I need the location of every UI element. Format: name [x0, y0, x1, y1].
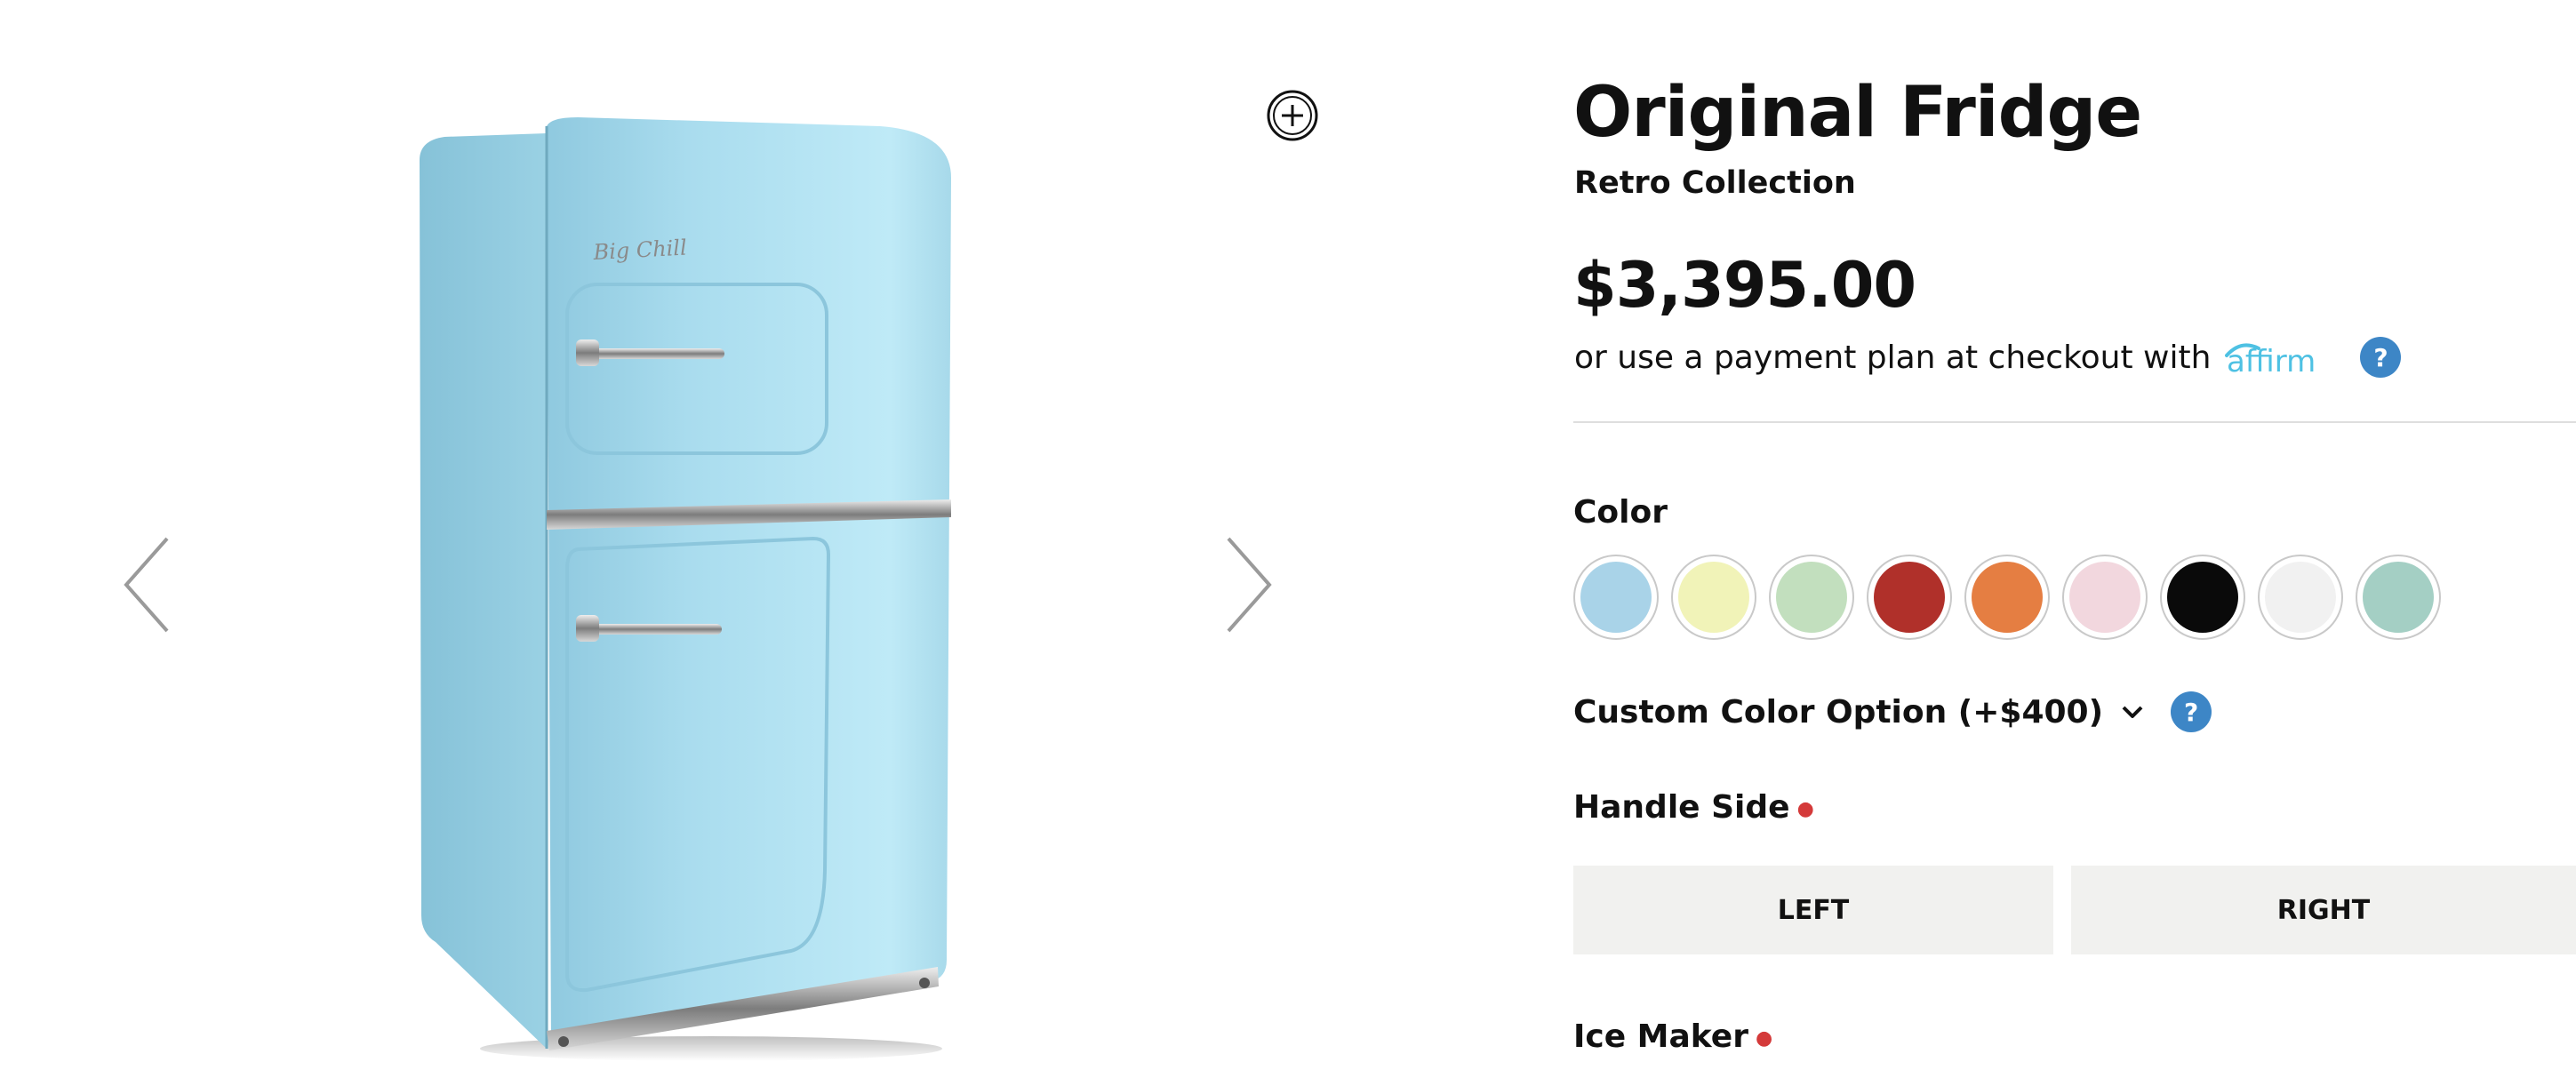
color-swatch-fill [1580, 562, 1652, 633]
color-swatch-fill [2069, 562, 2140, 633]
custom-color-toggle[interactable]: Custom Color Option (+$400) ? [1573, 691, 2212, 732]
zoom-button[interactable] [1266, 89, 1319, 142]
chevron-left-icon [124, 537, 169, 633]
color-swatch[interactable] [1867, 555, 1952, 640]
custom-color-label: Custom Color Option (+$400) [1573, 693, 2104, 731]
product-price: $3,395.00 [1573, 249, 1916, 322]
product-title: Original Fridge [1573, 73, 2142, 153]
required-indicator: ● [1796, 797, 1814, 820]
payment-help-icon[interactable]: ? [2360, 337, 2402, 378]
required-indicator: ● [1755, 1026, 1773, 1050]
product-image: Big Chill [400, 107, 969, 1066]
color-swatch-fill [1776, 562, 1847, 633]
affirm-logo[interactable]: affirm [2223, 336, 2339, 379]
svg-text:affirm: affirm [2227, 344, 2316, 379]
color-swatch-fill [1874, 562, 1945, 633]
divider [1573, 421, 2576, 423]
custom-color-help-icon[interactable]: ? [2171, 691, 2212, 732]
handle-side-label: Handle Side ● [1573, 789, 1814, 826]
brand-logo: Big Chill [592, 236, 687, 266]
gallery-prev-button[interactable] [116, 531, 178, 638]
handle-left-button[interactable]: LEFT [1573, 866, 2053, 954]
color-label: Color [1573, 494, 1668, 531]
color-swatch[interactable] [1573, 555, 1659, 640]
color-swatch-fill [2167, 562, 2238, 633]
handle-side-label-text: Handle Side [1573, 789, 1790, 826]
color-swatch-fill [2265, 562, 2336, 633]
chevron-right-icon [1227, 537, 1272, 633]
handle-right-button[interactable]: RIGHT [2071, 866, 2576, 954]
ice-maker-label-text: Ice Maker [1573, 1018, 1748, 1055]
svg-text:Big Chill: Big Chill [592, 236, 687, 266]
payment-plan-row: or use a payment plan at checkout with a… [1574, 336, 2402, 379]
ice-maker-label: Ice Maker ● [1573, 1018, 1772, 1055]
color-swatch[interactable] [2160, 555, 2245, 640]
color-swatch[interactable] [2356, 555, 2441, 640]
gallery-next-button[interactable] [1218, 531, 1280, 638]
color-swatch-fill [2363, 562, 2434, 633]
color-swatch[interactable] [2258, 555, 2343, 640]
color-swatch[interactable] [1964, 555, 2050, 640]
product-collection: Retro Collection [1574, 165, 1856, 201]
chevron-down-icon [2122, 706, 2143, 718]
zoom-plus-icon [1267, 90, 1318, 141]
color-swatch[interactable] [1769, 555, 1854, 640]
color-swatch-list [1573, 555, 2441, 640]
color-swatch-fill [1678, 562, 1749, 633]
color-swatch[interactable] [1671, 555, 1756, 640]
payment-plan-text: or use a payment plan at checkout with [1574, 339, 2212, 376]
color-swatch-fill [1972, 562, 2043, 633]
color-swatch[interactable] [2062, 555, 2148, 640]
